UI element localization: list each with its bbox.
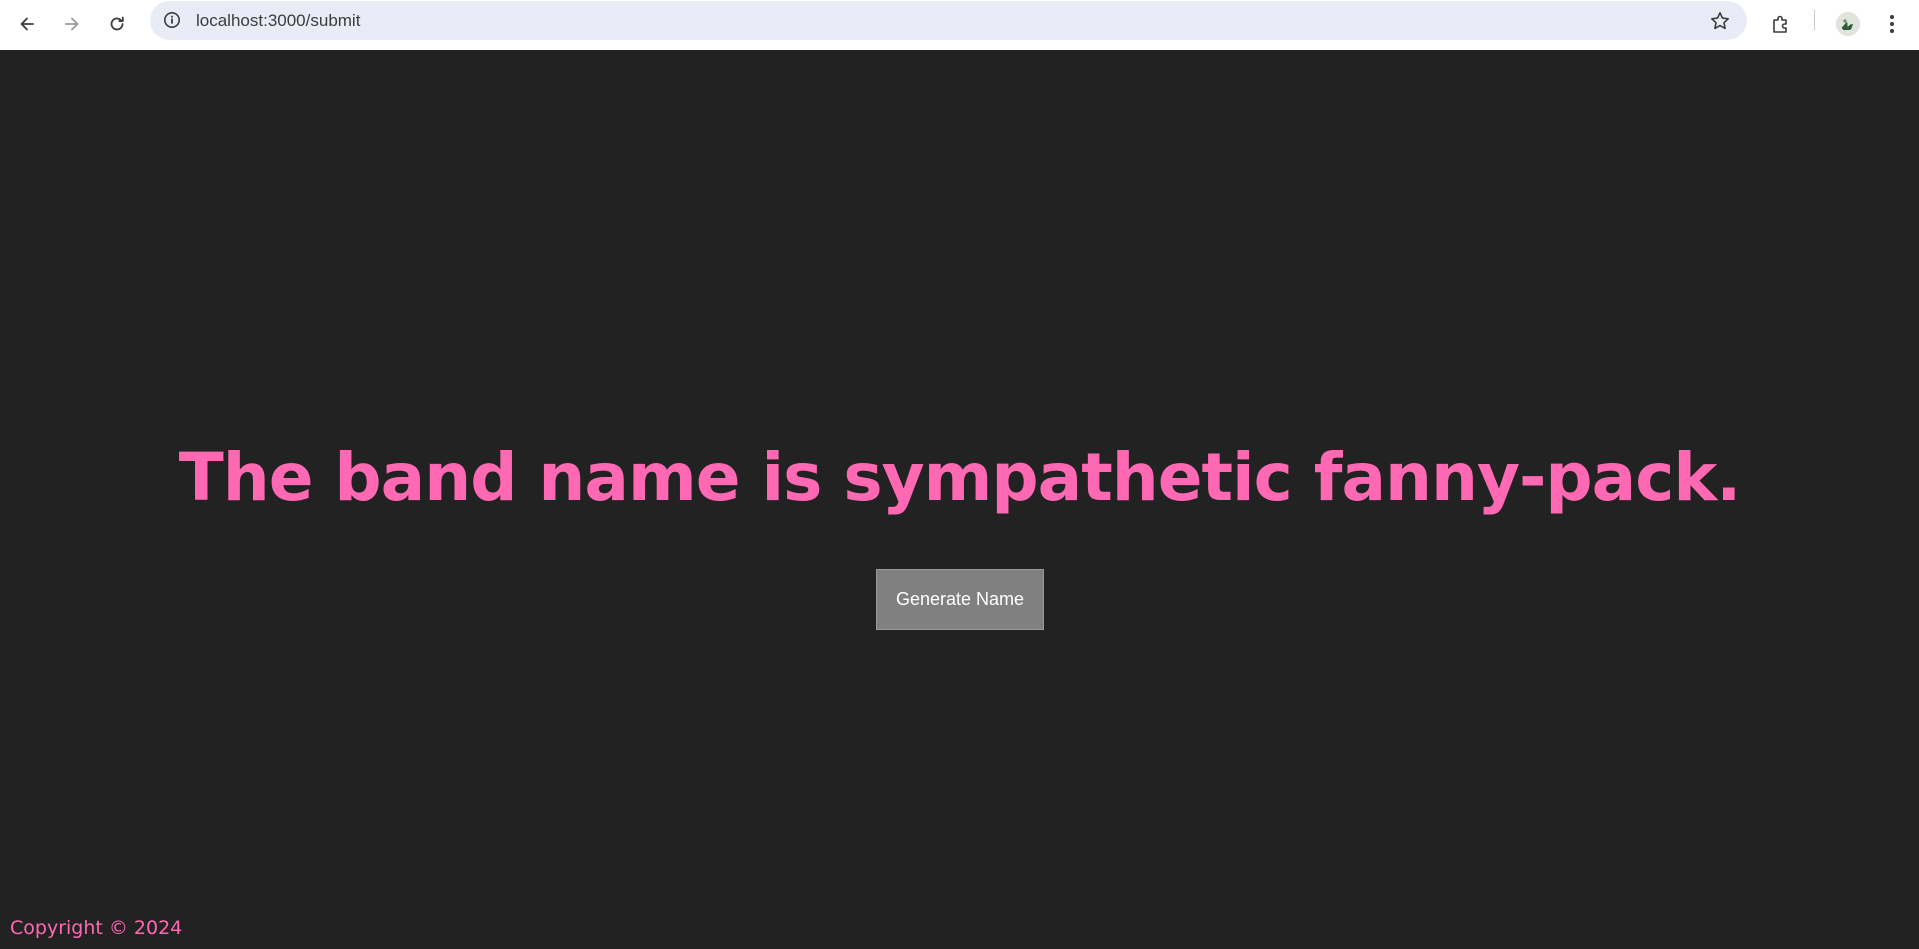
toolbar-divider [1814, 10, 1815, 30]
star-icon[interactable] [1709, 10, 1731, 32]
generate-name-button[interactable]: Generate Name [876, 569, 1044, 630]
browser-toolbar: localhost:3000/submit [0, 0, 1919, 50]
back-arrow-icon [20, 17, 34, 31]
info-icon[interactable] [162, 10, 182, 30]
reload-icon [110, 16, 124, 31]
reload-button[interactable] [99, 6, 135, 42]
profile-button[interactable] [1832, 8, 1864, 40]
forward-button[interactable] [54, 6, 90, 42]
kebab-menu-icon[interactable] [1876, 8, 1908, 40]
puzzle-icon[interactable] [1765, 8, 1797, 40]
back-button[interactable] [9, 6, 45, 42]
avatar [1836, 12, 1860, 36]
copyright-footer: Copyright © 2024 [10, 917, 183, 939]
url-text[interactable]: localhost:3000/submit [196, 10, 360, 32]
page-content: The band name is sympathetic fanny-pack.… [0, 50, 1919, 949]
band-name-headline: The band name is sympathetic fanny-pack. [178, 439, 1742, 516]
forward-arrow-icon [65, 17, 79, 31]
address-bar[interactable]: localhost:3000/submit [150, 1, 1747, 40]
